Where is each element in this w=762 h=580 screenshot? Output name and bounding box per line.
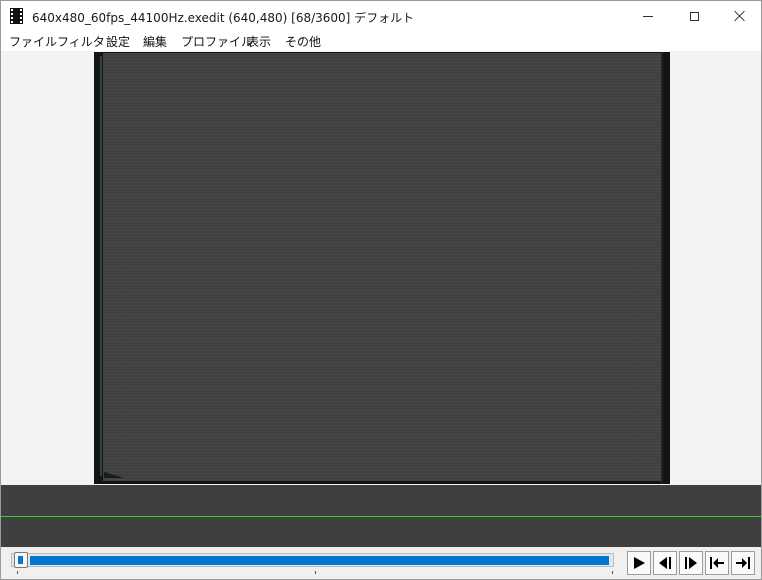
menu-settings[interactable]: 設定 [106, 33, 130, 50]
menu-other[interactable]: その他 [285, 33, 321, 50]
playback-controls [1, 547, 761, 579]
previous-frame-icon [659, 557, 671, 569]
video-left-edge [100, 56, 102, 476]
menu-bar: ファイル フィルタ 設定 編集 プロファイル 表示 その他 [1, 31, 761, 51]
minimize-icon [643, 15, 653, 17]
close-icon [734, 10, 746, 22]
play-icon [634, 557, 645, 569]
seek-tick [17, 571, 18, 574]
play-button[interactable] [627, 551, 651, 575]
app-window: 640x480_60fps_44100Hz.exedit (640,480) [… [0, 0, 762, 580]
go-to-start-button[interactable] [705, 551, 729, 575]
go-to-end-button[interactable] [731, 551, 755, 575]
seek-ticks [11, 571, 614, 575]
seek-thumb[interactable] [14, 552, 28, 568]
maximize-button[interactable] [671, 1, 717, 31]
next-frame-button[interactable] [679, 551, 703, 575]
seek-bar-fill [30, 556, 609, 565]
menu-edit[interactable]: 編集 [143, 33, 167, 50]
seek-tick [612, 571, 613, 574]
previous-frame-button[interactable] [653, 551, 677, 575]
go-to-start-icon [710, 557, 724, 569]
menu-profile[interactable]: プロファイル [181, 33, 253, 50]
video-preview[interactable] [94, 52, 670, 484]
window-title: 640x480_60fps_44100Hz.exedit (640,480) [… [32, 11, 415, 25]
minimize-button[interactable] [625, 1, 671, 31]
menu-filter[interactable]: フィルタ [57, 33, 105, 50]
next-frame-icon [685, 557, 697, 569]
timeline-panel[interactable] [1, 485, 761, 547]
menu-file[interactable]: ファイル [9, 33, 57, 50]
title-bar[interactable]: 640x480_60fps_44100Hz.exedit (640,480) [… [1, 1, 761, 31]
seek-tick [315, 571, 316, 574]
video-corner-artifact [104, 472, 124, 478]
film-icon [10, 8, 23, 24]
menu-view[interactable]: 表示 [247, 33, 271, 50]
maximize-icon [689, 11, 699, 21]
timeline-cursor-line [1, 516, 761, 517]
video-right-edge [661, 52, 663, 484]
close-button[interactable] [717, 1, 762, 31]
go-to-end-icon [736, 557, 750, 569]
seek-bar[interactable] [11, 552, 614, 568]
video-frame-content [103, 53, 662, 481]
